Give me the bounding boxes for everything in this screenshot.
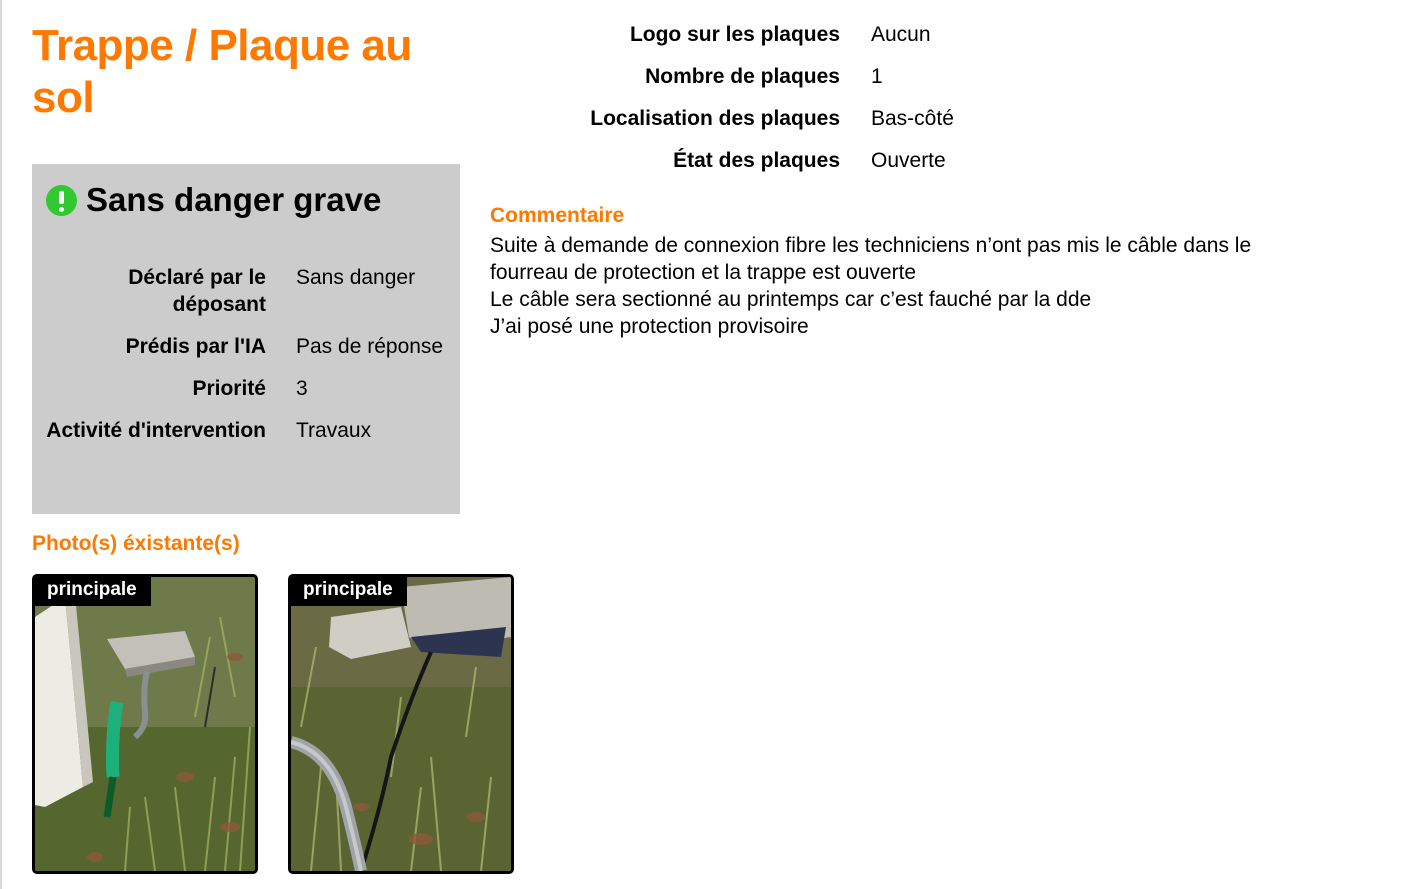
comment-line: Suite à demande de connexion fibre les t… xyxy=(490,234,1252,257)
comment-line: Le câble sera sectionné au printemps car… xyxy=(490,288,1092,311)
property-label: État des plaques xyxy=(673,149,840,172)
status-header: Sans danger grave xyxy=(46,180,381,220)
detail-label: Priorité xyxy=(192,377,266,400)
detail-value: 3 xyxy=(296,377,308,400)
page-left-border xyxy=(0,0,2,889)
photo-thumbnail-2[interactable]: principale xyxy=(288,574,514,874)
property-value: Bas-côté xyxy=(871,107,954,130)
detail-value: Travaux xyxy=(296,419,372,442)
detail-value: Pas de réponse xyxy=(296,335,444,358)
photo-thumbnail-1[interactable]: principale xyxy=(32,574,258,874)
status-detail-ai-prediction: Prédis par l'IA Pas de réponse xyxy=(32,333,460,360)
property-value: Aucun xyxy=(871,23,931,46)
alert-icon xyxy=(46,184,77,216)
status-detail-activity: Activité d'intervention Travaux xyxy=(32,417,460,444)
detail-label: Prédis par l'IA xyxy=(125,335,266,358)
photos-heading: Photo(s) éxistante(s) xyxy=(32,532,240,555)
detail-label: Activité d'intervention xyxy=(46,419,266,442)
photo-image-1 xyxy=(35,577,255,871)
property-row-state: État des plaques Ouverte xyxy=(490,140,954,182)
property-value: Ouverte xyxy=(871,149,946,172)
page-title: Trappe / Plaque au sol xyxy=(32,21,412,122)
property-row-location: Localisation des plaques Bas-côté xyxy=(490,98,954,140)
status-detail-priority: Priorité 3 xyxy=(32,375,460,402)
status-title: Sans danger grave xyxy=(86,181,382,218)
status-detail-declared: Déclaré par le déposant Sans danger xyxy=(32,264,460,318)
status-details: Déclaré par le déposant Sans danger Préd… xyxy=(32,264,460,459)
comment-line: J’ai posé une protection provisoire xyxy=(490,315,809,338)
photo-badge-principale: principale xyxy=(291,577,407,606)
photo-image-2 xyxy=(291,577,511,871)
detail-value: Sans danger xyxy=(296,266,416,289)
property-label: Logo sur les plaques xyxy=(629,23,840,46)
property-row-logo: Logo sur les plaques Aucun xyxy=(490,14,954,56)
detail-label: Déclaré par le déposant xyxy=(128,266,266,316)
property-label: Nombre de plaques xyxy=(645,65,840,88)
status-panel: Sans danger grave Déclaré par le déposan… xyxy=(32,164,460,514)
property-label: Localisation des plaques xyxy=(590,107,840,130)
comment-heading: Commentaire xyxy=(490,204,625,227)
property-row-count: Nombre de plaques 1 xyxy=(490,56,954,98)
plate-properties: Logo sur les plaques Aucun Nombre de pla… xyxy=(490,14,954,182)
comment-line: fourreau de protection et la trappe est … xyxy=(490,261,917,284)
comment-body: Suite à demande de connexion fibre les t… xyxy=(490,232,1390,340)
property-value: 1 xyxy=(871,65,883,88)
photo-badge-principale: principale xyxy=(35,577,151,606)
